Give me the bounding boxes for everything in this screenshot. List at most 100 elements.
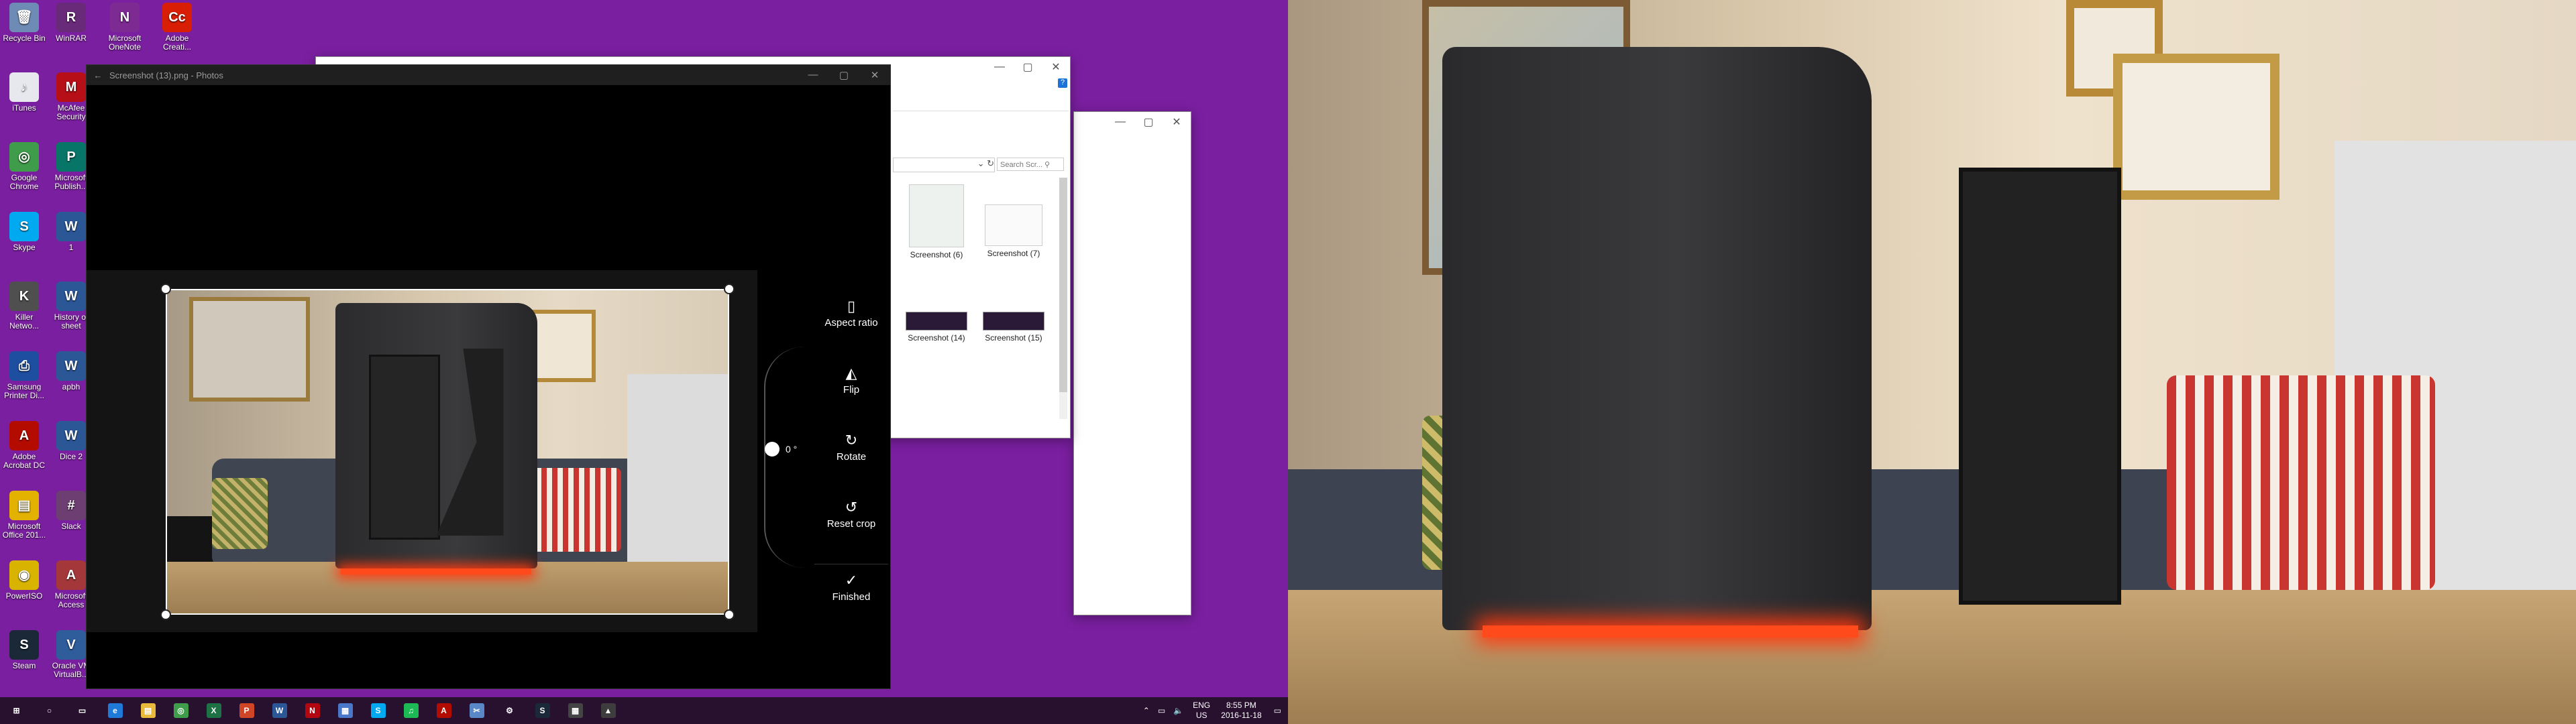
- file-item[interactable]: Screenshot (15): [977, 312, 1051, 343]
- aspect-ratio-button[interactable]: ▯ Aspect ratio: [814, 296, 888, 363]
- volume-icon[interactable]: 🔈: [1173, 706, 1183, 715]
- close-icon[interactable]: ✕: [859, 69, 890, 81]
- taskbar-steam-button[interactable]: S: [526, 697, 559, 724]
- photos-window[interactable]: ← Screenshot (13).png - Photos — ▢ ✕ 0 °…: [86, 64, 891, 689]
- taskbar-powerpoint-button[interactable]: P: [230, 697, 263, 724]
- desktop-icon[interactable]: S Steam: [0, 630, 48, 670]
- store-icon: ▦: [337, 703, 353, 718]
- desktop-icon[interactable]: K Killer Netwo...: [0, 282, 48, 330]
- file-thumbnail: [906, 312, 967, 330]
- network-icon[interactable]: ▭: [1158, 706, 1165, 715]
- minimize-icon[interactable]: —: [798, 69, 828, 81]
- crop-stage: [87, 85, 757, 688]
- app-icon: ♪: [9, 72, 39, 102]
- desktop-icon-label: WinRAR: [55, 34, 87, 43]
- taskbar-netflix-button[interactable]: N: [296, 697, 329, 724]
- maximize-icon[interactable]: ▢: [1014, 60, 1042, 74]
- finished-button[interactable]: ✓ Finished: [814, 564, 888, 637]
- taskbar-store-button[interactable]: ▦: [329, 697, 362, 724]
- taskbar-task-view-button[interactable]: ▭: [66, 697, 99, 724]
- checkmark-icon: ✓: [845, 572, 858, 589]
- clock[interactable]: 8:55 PM 2016-11-18: [1221, 701, 1262, 721]
- app-icon: W: [56, 421, 86, 450]
- minimize-icon[interactable]: —: [1106, 116, 1134, 128]
- taskbar-settings-button[interactable]: ⚙: [493, 697, 526, 724]
- chevron-up-icon[interactable]: ⌃: [1143, 706, 1150, 715]
- minimize-icon[interactable]: —: [985, 61, 1014, 73]
- app-icon: M: [56, 72, 86, 102]
- app-icon: ◉: [9, 560, 39, 590]
- netflix-icon: N: [305, 703, 320, 718]
- app-icon: P: [56, 142, 86, 172]
- maximize-icon[interactable]: ▢: [828, 69, 859, 81]
- reset-crop-button[interactable]: ↺ Reset crop: [814, 497, 888, 564]
- language-indicator[interactable]: ENG US: [1193, 701, 1210, 721]
- rotation-knob[interactable]: [765, 442, 780, 457]
- desktop-icon-label: Google Chrome: [9, 174, 39, 191]
- taskbar-chrome-button[interactable]: ◎: [164, 697, 197, 724]
- close-icon[interactable]: ✕: [1042, 60, 1070, 74]
- crop-frame[interactable]: [166, 289, 729, 615]
- app-icon: V: [56, 630, 86, 660]
- desktop-icon[interactable]: S Skype: [0, 212, 48, 252]
- crop-handle-top-right[interactable]: [724, 284, 735, 294]
- taskbar-skype-button[interactable]: S: [362, 697, 394, 724]
- excel-icon: X: [206, 703, 221, 718]
- desktop-icon[interactable]: ▤ Microsoft Office 201...: [0, 491, 48, 540]
- desktop-icon[interactable]: Cc Adobe Creati...: [153, 3, 201, 52]
- desktop-icon-label: Killer Netwo...: [9, 313, 39, 330]
- explorer-window-rear[interactable]: — ▢ ✕: [1073, 111, 1191, 615]
- finished-label: Finished: [832, 591, 871, 603]
- photos-titlebar[interactable]: ← Screenshot (13).png - Photos — ▢ ✕: [87, 65, 890, 85]
- file-explorer-icon: ▤: [140, 703, 156, 718]
- rotate-icon: ↻: [845, 432, 858, 448]
- taskbar-acrobat-button[interactable]: A: [427, 697, 460, 724]
- snipping-icon: ✂: [469, 703, 484, 718]
- taskbar-calculator-button[interactable]: ▦: [559, 697, 592, 724]
- desktop-icon[interactable]: ◎ Google Chrome: [0, 142, 48, 191]
- desktop-icon[interactable]: ♪ iTunes: [0, 72, 48, 113]
- taskbar: ⊞ ○ ▭ e ▤ ◎ X P W N ▦ S ♫ A ✂ ⚙ S ▦ ▲ ⌃ ▭ 🔈 ENG US 8:55 PM…: [0, 697, 1288, 724]
- desktop-icon[interactable]: 🗑 Recycle Bin: [0, 3, 48, 43]
- desktop-icon-label: Microsoft Office 201...: [2, 522, 46, 540]
- scrollbar[interactable]: [1059, 178, 1067, 419]
- taskbar-edge-button[interactable]: e: [99, 697, 131, 724]
- taskbar-file-explorer-button[interactable]: ▤: [131, 697, 164, 724]
- file-item[interactable]: Screenshot (7): [977, 184, 1051, 258]
- flip-button[interactable]: ◭ Flip: [814, 363, 888, 430]
- desktop-icon-label: Steam: [12, 662, 36, 670]
- desktop-icon[interactable]: ⎙ Samsung Printer Di...: [0, 351, 48, 400]
- search-box[interactable]: Search Scr... ⚲: [997, 158, 1064, 171]
- taskbar-start-button[interactable]: ⊞: [0, 697, 33, 724]
- taskbar-cortana-button[interactable]: ○: [33, 697, 66, 724]
- rotate-label: Rotate: [836, 451, 867, 463]
- photo-preview: [167, 290, 728, 613]
- action-center-icon[interactable]: ▭: [1274, 706, 1281, 715]
- file-item[interactable]: Screenshot (14): [900, 312, 973, 343]
- close-icon[interactable]: ✕: [1163, 115, 1191, 129]
- desktop-icon[interactable]: R WinRAR: [47, 3, 95, 43]
- settings-icon: ⚙: [506, 706, 513, 715]
- taskbar-excel-button[interactable]: X: [197, 697, 230, 724]
- crop-handle-bottom-right[interactable]: [724, 609, 735, 620]
- left-monitor: 🗑 Recycle Bin R WinRAR N Microsoft OneNote Cc A…: [0, 0, 1288, 724]
- crop-handle-top-left[interactable]: [160, 284, 171, 294]
- back-icon[interactable]: ←: [87, 70, 109, 80]
- explorer-rear-titlebar[interactable]: — ▢ ✕: [1074, 112, 1191, 132]
- help-icon[interactable]: ?: [1058, 78, 1067, 88]
- rotate-button[interactable]: ↻ Rotate: [814, 430, 888, 497]
- address-bar[interactable]: ⌄ ↻: [893, 158, 995, 172]
- file-item[interactable]: Screenshot (6): [900, 184, 973, 259]
- taskbar-spotify-button[interactable]: ♫: [394, 697, 427, 724]
- crop-tools-panel: ▯ Aspect ratio ◭ Flip ↻ Rotate ↺ Reset c…: [814, 296, 888, 637]
- taskbar-photos-button[interactable]: ▲: [592, 697, 625, 724]
- maximize-icon[interactable]: ▢: [1134, 115, 1163, 129]
- desktop-icon[interactable]: ◉ PowerISO: [0, 560, 48, 601]
- taskbar-word-button[interactable]: W: [263, 697, 296, 724]
- aspect-ratio-label: Aspect ratio: [824, 317, 878, 328]
- desktop-icon[interactable]: N Microsoft OneNote: [101, 3, 149, 52]
- app-icon: Cc: [162, 3, 192, 32]
- crop-handle-bottom-left[interactable]: [160, 609, 171, 620]
- taskbar-snipping-button[interactable]: ✂: [460, 697, 493, 724]
- desktop-icon[interactable]: A Adobe Acrobat DC: [0, 421, 48, 470]
